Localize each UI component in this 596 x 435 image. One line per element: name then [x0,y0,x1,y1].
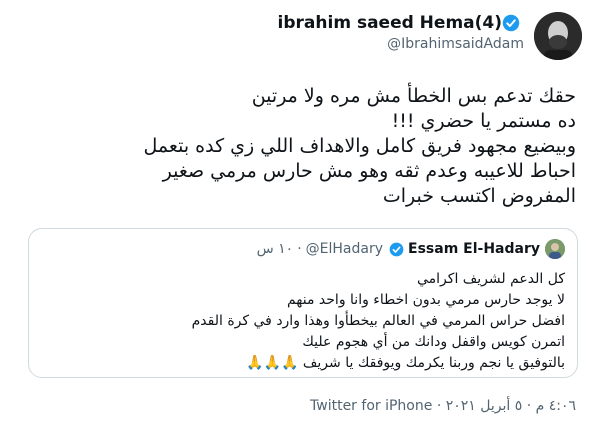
quoted-line: اتمرن كويس واقفل ودانك من أي هجوم عليك [302,334,565,350]
tweet-line: حقك تدعم بس الخطأ مش مره ولا مرتين [251,85,576,107]
author-name-row[interactable]: ibrahim saeed Hema(4) [278,12,524,34]
quoted-line: كل الدعم لشريف اكرامي [417,271,565,287]
verified-badge-icon [502,14,520,32]
tweet-meta: Twitter for iPhone · ٤:٠٦ م · ٥ أبريل ٢٠… [310,398,576,414]
quoted-line: افضل حراس المرمي في العالم بيخطأوا وهذا … [191,313,565,329]
pray-emoji-icon: 🙏🙏🙏 [246,355,299,371]
quoted-handle[interactable]: @ElHadary [306,241,383,257]
source-link[interactable]: Twitter for iPhone [310,398,432,414]
quoted-time[interactable]: ١٠ س [257,241,294,257]
tweet-text: حقك تدعم بس الخطأ مش مره ولا مرتين ده مس… [76,84,576,209]
tweet-card: ibrahim saeed Hema(4) @IbrahimsaidAdam ح… [0,0,596,435]
quoted-display-name[interactable]: Essam El-Hadary [408,241,540,257]
verified-badge-icon [389,242,404,256]
quoted-line: بالتوفيق يا نجم وربنا يكرمك ويوفقك يا شر… [45,353,565,374]
quoted-avatar[interactable] [545,239,565,259]
tweet-line: ده مستمر يا حضري !!! [391,110,576,132]
timestamp-link[interactable]: ٤:٠٦ م · ٥ أبريل ٢٠٢١ [446,398,576,414]
tweet-line: وبيضيع مجهود فريق كامل والاهداف اللي زي … [143,135,576,157]
quoted-line-text: بالتوفيق يا نجم وربنا يكرمك ويوفقك يا شر… [302,355,565,371]
author-avatar[interactable] [534,12,582,60]
quoted-text: كل الدعم لشريف اكرامي لا يوجد حارس مرمي … [45,269,565,374]
meta-separator: · [436,398,442,414]
quoted-header: ١٠ س · @ElHadary Essam El-Hadary [257,239,565,259]
author-handle[interactable]: @IbrahimsaidAdam [387,36,524,52]
tweet-line: احباط للاعيبه وعدم ثقه وهو مش حارس مرمي … [162,160,576,182]
quoted-separator: · [297,241,302,257]
quoted-line: لا يوجد حارس مرمي بدون اخطاء وانا واحد م… [286,292,565,308]
author-display-name[interactable]: ibrahim saeed Hema(4) [278,13,502,33]
tweet-line: المفروض اكتسب خبرات [382,185,576,207]
quoted-tweet[interactable]: ١٠ س · @ElHadary Essam El-Hadary كل الدع… [28,228,578,378]
